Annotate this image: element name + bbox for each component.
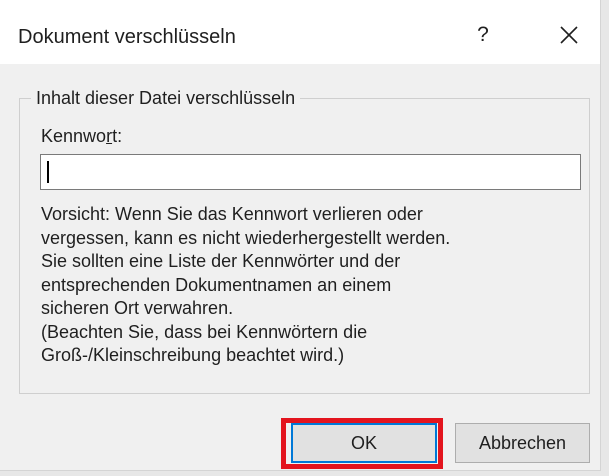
warning-line: Vorsicht: Wenn Sie das Kennwort verliere…: [41, 204, 423, 224]
warning-text: Vorsicht: Wenn Sie das Kennwort verliere…: [41, 203, 581, 368]
warning-line: entsprechenden Dokumentnamen an einem: [41, 274, 392, 295]
warning-line: (Beachten Sie, dass bei Kennwörtern die: [41, 321, 368, 342]
warning-line: sicheren Ort verwahren.: [41, 298, 234, 318]
cancel-button[interactable]: Abbrechen: [455, 423, 590, 463]
close-button[interactable]: [552, 18, 586, 52]
password-label-end: t:: [112, 126, 123, 146]
password-label: Kennwort:: [41, 125, 122, 147]
warning-line: vergessen, kann es nicht wiederhergestel…: [41, 227, 451, 248]
dialog-title: Dokument verschlüsseln: [18, 26, 236, 48]
text-caret: [47, 161, 49, 183]
groupbox-legend: Inhalt dieser Datei verschlüsseln: [31, 85, 301, 111]
password-input[interactable]: [40, 154, 581, 190]
encrypt-document-dialog: Dokument verschlüsseln ? Inhalt dieser D…: [0, 0, 601, 471]
warning-line: Groß-/Kleinschreibung beachtet wird.): [41, 345, 345, 365]
ok-button[interactable]: OK: [291, 423, 437, 463]
warning-line: Sie sollten eine Liste der Kennwörter un…: [41, 251, 401, 271]
close-icon: [560, 26, 578, 44]
title-bar: Dokument verschlüsseln ?: [0, 0, 600, 64]
help-button[interactable]: ?: [468, 18, 498, 52]
password-label-start: Kennwo: [41, 126, 107, 146]
